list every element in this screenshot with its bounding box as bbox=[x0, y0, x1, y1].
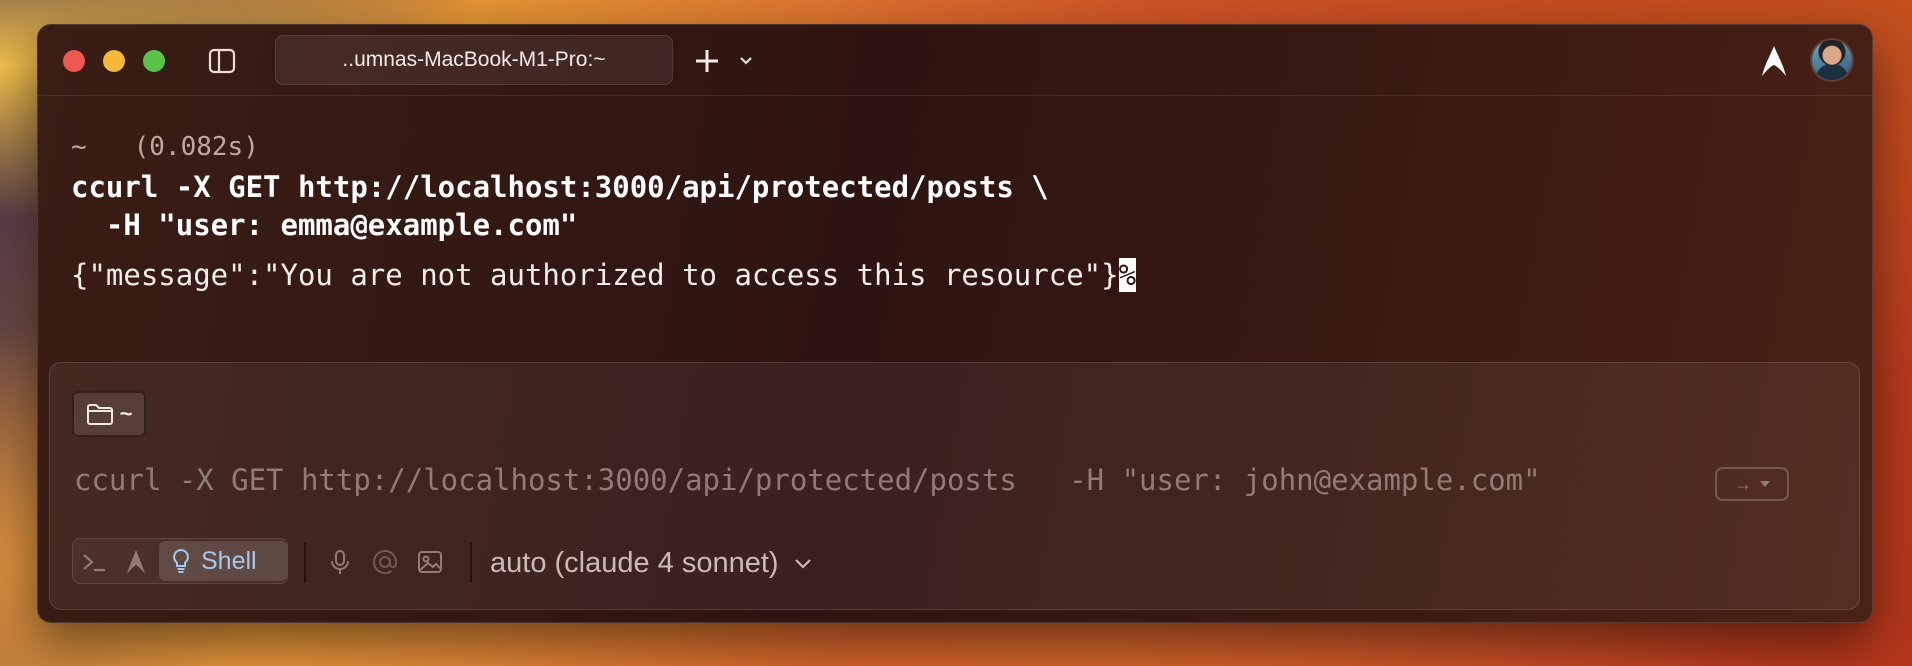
image-attach-icon[interactable] bbox=[416, 548, 444, 576]
at-mention-icon[interactable] bbox=[371, 548, 399, 576]
agent-icon[interactable] bbox=[125, 548, 147, 576]
toolbar-divider bbox=[304, 543, 306, 583]
model-selector[interactable]: auto (claude 4 sonnet) bbox=[490, 543, 813, 583]
accept-suggestion-button[interactable]: → bbox=[1715, 467, 1789, 501]
chevron-down-icon[interactable] bbox=[737, 52, 755, 70]
response-text: {"message":"You are not authorized to ac… bbox=[71, 258, 1843, 292]
terminal-window: ..umnas-MacBook-M1-Pro:~ ~ (0.082s) ccur… bbox=[37, 24, 1873, 623]
minimize-window-button[interactable] bbox=[103, 50, 125, 72]
input-mode-toggle: Shell bbox=[72, 538, 288, 584]
shell-mode-button[interactable]: Shell bbox=[159, 541, 287, 581]
autosuggestion-text[interactable]: ccurl -X GET http://localhost:3000/api/p… bbox=[74, 463, 1541, 497]
prompt-info: ~ (0.082s) bbox=[71, 132, 1843, 168]
microphone-icon[interactable] bbox=[326, 548, 354, 576]
directory-chip[interactable]: ~ bbox=[72, 391, 146, 437]
plus-icon[interactable] bbox=[692, 46, 722, 76]
caret-down-icon bbox=[1760, 481, 1770, 487]
model-label: auto (claude 4 sonnet) bbox=[490, 546, 779, 579]
end-of-line-mark: % bbox=[1118, 258, 1137, 292]
chevron-down-icon bbox=[794, 559, 811, 569]
maximize-window-button[interactable] bbox=[143, 50, 165, 72]
tab-active[interactable]: ..umnas-MacBook-M1-Pro:~ bbox=[275, 35, 673, 85]
shell-mode-label: Shell bbox=[201, 546, 257, 575]
title-bar: ..umnas-MacBook-M1-Pro:~ bbox=[37, 24, 1873, 96]
sidebar-toggle-icon[interactable] bbox=[208, 48, 236, 74]
response-body: {"message":"You are not authorized to ac… bbox=[71, 258, 1119, 292]
command-line-1: ccurl -X GET http://localhost:3000/api/p… bbox=[71, 170, 1049, 204]
folder-icon bbox=[86, 404, 113, 425]
terminal-prompt-icon[interactable] bbox=[81, 550, 107, 574]
right-arrow-icon: → bbox=[1734, 473, 1752, 494]
close-window-button[interactable] bbox=[63, 50, 85, 72]
prompt-dir: ~ bbox=[71, 132, 87, 162]
tab-title: ..umnas-MacBook-M1-Pro:~ bbox=[342, 48, 606, 71]
command-line-2: -H "user: emma@example.com" bbox=[71, 208, 578, 242]
user-avatar[interactable] bbox=[1812, 40, 1852, 80]
lightbulb-icon bbox=[173, 548, 189, 573]
input-editor[interactable]: ~ ccurl -X GET http://localhost:3000/api… bbox=[49, 362, 1860, 610]
command-duration: (0.082s) bbox=[133, 132, 259, 162]
directory-label: ~ bbox=[119, 401, 133, 426]
warp-logo-icon[interactable] bbox=[1759, 44, 1789, 78]
toolbar-divider bbox=[470, 543, 472, 583]
command-output-block: ~ (0.082s) ccurl -X GET http://localhost… bbox=[71, 132, 1843, 292]
